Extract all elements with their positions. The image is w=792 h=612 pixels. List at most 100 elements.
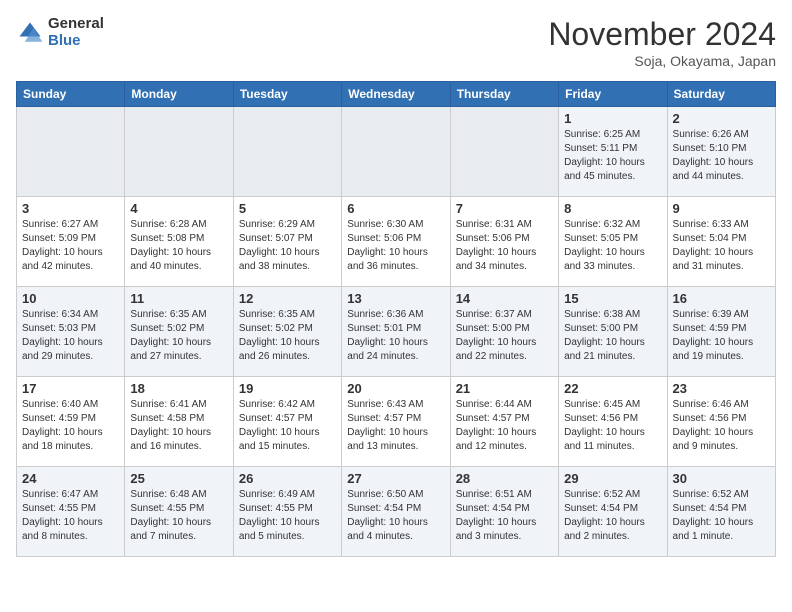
day-info: Sunrise: 6:39 AM Sunset: 4:59 PM Dayligh… xyxy=(673,308,770,364)
calendar-day-cell: 5Sunrise: 6:29 AM Sunset: 5:07 PM Daylig… xyxy=(233,197,341,287)
day-info: Sunrise: 6:27 AM Sunset: 5:09 PM Dayligh… xyxy=(22,218,119,274)
calendar-day-cell: 26 Sunrise: 6:49 AM Sunset: 4:55 PM Dayli… xyxy=(233,467,341,557)
calendar-day-cell: 18Sunrise: 6:41 AM Sunset: 4:58 PM Dayli… xyxy=(125,377,233,467)
day-number: 14 xyxy=(456,291,553,306)
day-number: 15 xyxy=(564,291,661,306)
day-number: 7 xyxy=(456,201,553,216)
calendar-week-row: 10 Sunrise: 6:34 AM Sunset: 5:03 PM Dayli… xyxy=(17,287,776,377)
weekday-header-sunday: Sunday xyxy=(17,82,125,107)
logo-blue-text: Blue xyxy=(48,33,104,50)
day-info: Sunrise: 6:42 AM Sunset: 4:57 PM Dayligh… xyxy=(239,398,336,454)
calendar-day-cell: 24 Sunrise: 6:47 AM Sunset: 4:55 PM Dayli… xyxy=(17,467,125,557)
day-number: 2 xyxy=(673,111,770,126)
day-info: Sunrise: 6:37 AM Sunset: 5:00 PM Dayligh… xyxy=(456,308,553,364)
day-info: Sunrise: 6:34 AM Sunset: 5:03 PM Dayligh… xyxy=(22,308,119,364)
calendar-week-row: 3Sunrise: 6:27 AM Sunset: 5:09 PM Daylig… xyxy=(17,197,776,287)
calendar-day-cell: 27 Sunrise: 6:50 AM Sunset: 4:54 PM Dayli… xyxy=(342,467,450,557)
day-number: 13 xyxy=(347,291,444,306)
calendar-day-cell: 19 Sunrise: 6:42 AM Sunset: 4:57 PM Dayli… xyxy=(233,377,341,467)
day-info: Sunrise: 6:49 AM Sunset: 4:55 PM Dayligh… xyxy=(239,488,336,544)
day-number: 23 xyxy=(673,381,770,396)
day-info: Sunrise: 6:50 AM Sunset: 4:54 PM Dayligh… xyxy=(347,488,444,544)
calendar-day-cell: 25 Sunrise: 6:48 AM Sunset: 4:55 PM Dayli… xyxy=(125,467,233,557)
day-info: Sunrise: 6:25 AM Sunset: 5:11 PM Dayligh… xyxy=(564,128,661,184)
day-number: 28 xyxy=(456,471,553,486)
weekday-header-wednesday: Wednesday xyxy=(342,82,450,107)
calendar-empty-cell xyxy=(17,107,125,197)
calendar-day-cell: 12 Sunrise: 6:35 AM Sunset: 5:02 PM Dayli… xyxy=(233,287,341,377)
day-info: Sunrise: 6:43 AM Sunset: 4:57 PM Dayligh… xyxy=(347,398,444,454)
calendar-day-cell: 29Sunrise: 6:52 AM Sunset: 4:54 PM Dayli… xyxy=(559,467,667,557)
day-number: 11 xyxy=(130,291,227,306)
day-number: 24 xyxy=(22,471,119,486)
day-info: Sunrise: 6:26 AM Sunset: 5:10 PM Dayligh… xyxy=(673,128,770,184)
day-info: Sunrise: 6:35 AM Sunset: 5:02 PM Dayligh… xyxy=(130,308,227,364)
day-info: Sunrise: 6:33 AM Sunset: 5:04 PM Dayligh… xyxy=(673,218,770,274)
calendar-day-cell: 21 Sunrise: 6:44 AM Sunset: 4:57 PM Dayli… xyxy=(450,377,558,467)
calendar-day-cell: 9 Sunrise: 6:33 AM Sunset: 5:04 PM Daylig… xyxy=(667,197,775,287)
day-number: 10 xyxy=(22,291,119,306)
calendar-day-cell: 14 Sunrise: 6:37 AM Sunset: 5:00 PM Dayli… xyxy=(450,287,558,377)
calendar-day-cell: 7 Sunrise: 6:31 AM Sunset: 5:06 PM Daylig… xyxy=(450,197,558,287)
day-number: 9 xyxy=(673,201,770,216)
day-info: Sunrise: 6:35 AM Sunset: 5:02 PM Dayligh… xyxy=(239,308,336,364)
day-info: Sunrise: 6:29 AM Sunset: 5:07 PM Dayligh… xyxy=(239,218,336,274)
calendar-empty-cell xyxy=(233,107,341,197)
day-number: 1 xyxy=(564,111,661,126)
logo-icon xyxy=(16,19,44,47)
day-info: Sunrise: 6:38 AM Sunset: 5:00 PM Dayligh… xyxy=(564,308,661,364)
weekday-header-saturday: Saturday xyxy=(667,82,775,107)
day-info: Sunrise: 6:40 AM Sunset: 4:59 PM Dayligh… xyxy=(22,398,119,454)
calendar-day-cell: 20 Sunrise: 6:43 AM Sunset: 4:57 PM Dayli… xyxy=(342,377,450,467)
calendar-day-cell: 17Sunrise: 6:40 AM Sunset: 4:59 PM Dayli… xyxy=(17,377,125,467)
calendar-day-cell: 11 Sunrise: 6:35 AM Sunset: 5:02 PM Dayli… xyxy=(125,287,233,377)
weekday-header-row: SundayMondayTuesdayWednesdayThursdayFrid… xyxy=(17,82,776,107)
day-number: 8 xyxy=(564,201,661,216)
day-number: 12 xyxy=(239,291,336,306)
calendar-day-cell: 6Sunrise: 6:30 AM Sunset: 5:06 PM Daylig… xyxy=(342,197,450,287)
day-number: 6 xyxy=(347,201,444,216)
page-header: General Blue November 2024 Soja, Okayama… xyxy=(16,16,776,69)
day-info: Sunrise: 6:32 AM Sunset: 5:05 PM Dayligh… xyxy=(564,218,661,274)
calendar-day-cell: 8 Sunrise: 6:32 AM Sunset: 5:05 PM Daylig… xyxy=(559,197,667,287)
calendar-day-cell: 28 Sunrise: 6:51 AM Sunset: 4:54 PM Dayli… xyxy=(450,467,558,557)
calendar-day-cell: 10 Sunrise: 6:34 AM Sunset: 5:03 PM Dayli… xyxy=(17,287,125,377)
calendar-day-cell: 3Sunrise: 6:27 AM Sunset: 5:09 PM Daylig… xyxy=(17,197,125,287)
calendar-day-cell: 16 Sunrise: 6:39 AM Sunset: 4:59 PM Dayli… xyxy=(667,287,775,377)
calendar-table: SundayMondayTuesdayWednesdayThursdayFrid… xyxy=(16,81,776,557)
calendar-day-cell: 23 Sunrise: 6:46 AM Sunset: 4:56 PM Dayli… xyxy=(667,377,775,467)
calendar-day-cell: 22 Sunrise: 6:45 AM Sunset: 4:56 PM Dayli… xyxy=(559,377,667,467)
weekday-header-monday: Monday xyxy=(125,82,233,107)
calendar-day-cell: 15 Sunrise: 6:38 AM Sunset: 5:00 PM Dayli… xyxy=(559,287,667,377)
day-number: 18 xyxy=(130,381,227,396)
day-number: 20 xyxy=(347,381,444,396)
day-info: Sunrise: 6:47 AM Sunset: 4:55 PM Dayligh… xyxy=(22,488,119,544)
weekday-header-thursday: Thursday xyxy=(450,82,558,107)
day-info: Sunrise: 6:48 AM Sunset: 4:55 PM Dayligh… xyxy=(130,488,227,544)
day-info: Sunrise: 6:46 AM Sunset: 4:56 PM Dayligh… xyxy=(673,398,770,454)
calendar-week-row: 17Sunrise: 6:40 AM Sunset: 4:59 PM Dayli… xyxy=(17,377,776,467)
day-number: 4 xyxy=(130,201,227,216)
day-info: Sunrise: 6:51 AM Sunset: 4:54 PM Dayligh… xyxy=(456,488,553,544)
day-number: 19 xyxy=(239,381,336,396)
calendar-day-cell: 30Sunrise: 6:52 AM Sunset: 4:54 PM Dayli… xyxy=(667,467,775,557)
day-number: 22 xyxy=(564,381,661,396)
day-number: 21 xyxy=(456,381,553,396)
location: Soja, Okayama, Japan xyxy=(548,53,776,69)
weekday-header-friday: Friday xyxy=(559,82,667,107)
day-info: Sunrise: 6:45 AM Sunset: 4:56 PM Dayligh… xyxy=(564,398,661,454)
calendar-day-cell: 13Sunrise: 6:36 AM Sunset: 5:01 PM Dayli… xyxy=(342,287,450,377)
calendar-week-row: 24 Sunrise: 6:47 AM Sunset: 4:55 PM Dayli… xyxy=(17,467,776,557)
day-number: 27 xyxy=(347,471,444,486)
day-number: 30 xyxy=(673,471,770,486)
calendar-day-cell: 4Sunrise: 6:28 AM Sunset: 5:08 PM Daylig… xyxy=(125,197,233,287)
day-info: Sunrise: 6:52 AM Sunset: 4:54 PM Dayligh… xyxy=(564,488,661,544)
calendar-empty-cell xyxy=(450,107,558,197)
day-info: Sunrise: 6:31 AM Sunset: 5:06 PM Dayligh… xyxy=(456,218,553,274)
day-number: 25 xyxy=(130,471,227,486)
calendar-day-cell: 1 Sunrise: 6:25 AM Sunset: 5:11 PM Daylig… xyxy=(559,107,667,197)
calendar-empty-cell xyxy=(125,107,233,197)
day-number: 16 xyxy=(673,291,770,306)
day-info: Sunrise: 6:44 AM Sunset: 4:57 PM Dayligh… xyxy=(456,398,553,454)
day-number: 26 xyxy=(239,471,336,486)
